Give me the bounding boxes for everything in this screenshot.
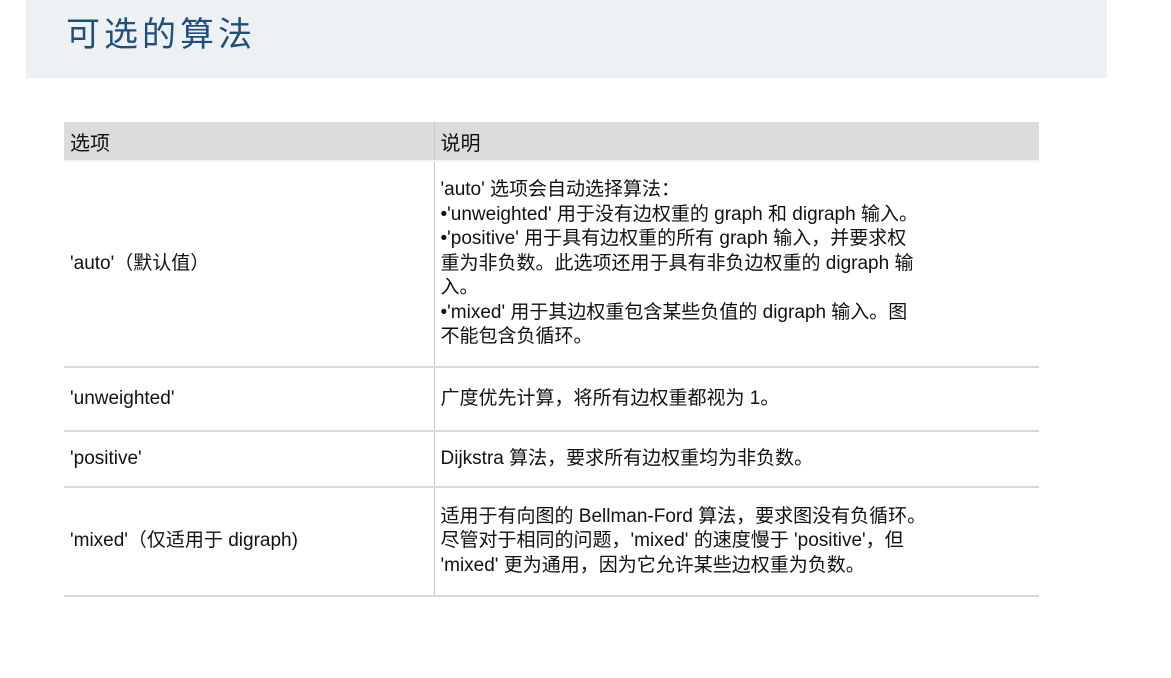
description-line: 'auto' 选项会自动选择算法： — [440, 179, 681, 201]
table-row: 'mixed'（仅适用于 digraph) 适用于有向图的 Bellman-Fo… — [64, 487, 1039, 597]
title-bar: 可选的算法 — [26, 0, 1107, 78]
option-cell: 'auto'（默认值） — [64, 161, 434, 368]
description-line: Dijkstra 算法，要求所有边权重均为非负数。 — [440, 447, 814, 469]
page-title: 可选的算法 — [66, 15, 256, 55]
description-line: 广度优先计算，将所有边权重都视为 1。 — [440, 387, 780, 409]
option-cell: 'unweighted' — [64, 367, 434, 432]
description-cell: 适用于有向图的 Bellman-Ford 算法，要求图没有负循环。 尽管对于相同… — [433, 487, 1039, 597]
table-row: 'auto'（默认值） 'auto' 选项会自动选择算法： •'unweight… — [64, 161, 1039, 368]
algorithm-options-table: 选项 说明 'auto'（默认值） 'auto' 选项会自动选择算法： •'un… — [64, 122, 1039, 597]
description-cell: 'auto' 选项会自动选择算法： •'unweighted' 用于没有边权重的… — [433, 161, 1039, 368]
description-line: 重为非负数。此选项还用于具有非负边权重的 digraph 输 — [440, 252, 914, 274]
description-cell: Dijkstra 算法，要求所有边权重均为非负数。 — [433, 431, 1039, 488]
description-cell: 广度优先计算，将所有边权重都视为 1。 — [433, 367, 1039, 432]
description-line: 尽管对于相同的问题，'mixed' 的速度慢于 'positive'，但 — [440, 530, 904, 552]
table-row: 'unweighted' 广度优先计算，将所有边权重都视为 1。 — [64, 367, 1039, 432]
description-line: 适用于有向图的 Bellman-Ford 算法，要求图没有负循环。 — [440, 505, 927, 527]
description-line: 'mixed' 更为通用，因为它允许某些边权重为负数。 — [440, 554, 865, 576]
description-line: 入。 — [440, 277, 479, 299]
option-cell: 'mixed'（仅适用于 digraph) — [64, 487, 434, 597]
column-header-description: 说明 — [433, 122, 1039, 162]
description-line: •'positive' 用于具有边权重的所有 graph 输入，并要求权 — [440, 228, 907, 250]
option-cell: 'positive' — [64, 431, 434, 488]
description-line: •'unweighted' 用于没有边权重的 graph 和 digraph 输… — [440, 203, 918, 225]
description-line: 不能包含负循环。 — [440, 326, 593, 348]
description-line: •'mixed' 用于其边权重包含某些负值的 digraph 输入。图 — [440, 301, 908, 323]
table-row: 'positive' Dijkstra 算法，要求所有边权重均为非负数。 — [64, 431, 1039, 488]
table-header-row: 选项 说明 — [64, 122, 1039, 162]
column-header-option: 选项 — [64, 122, 434, 162]
